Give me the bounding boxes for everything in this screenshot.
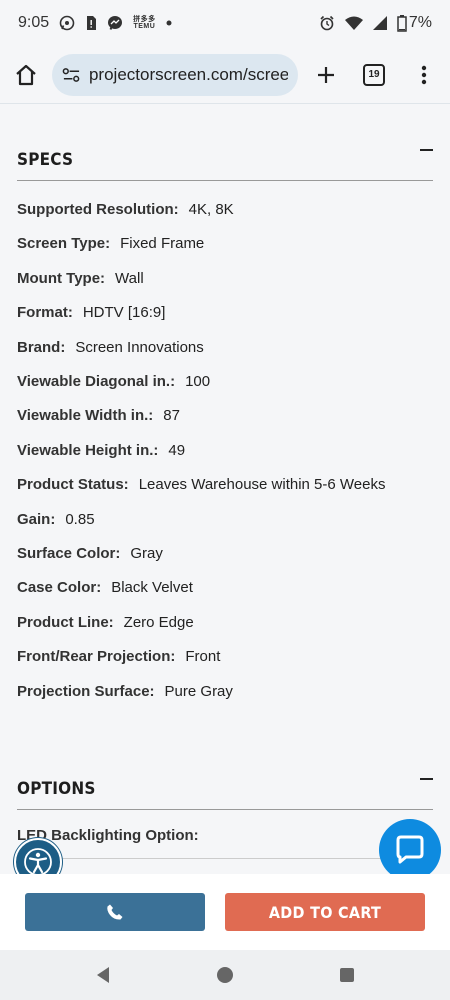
sticky-action-bar: ADD TO CART [0,874,450,950]
status-right: 7% [319,14,432,32]
messenger-icon [107,15,123,31]
spec-label: Supported Resolution: [17,201,179,218]
spec-label: Product Status: [17,476,129,494]
spec-label: Brand: [17,338,66,356]
collapse-options-icon[interactable] [420,778,433,780]
new-tab-button[interactable] [312,61,340,89]
spec-row: Format: HDTV [16:9] [17,304,165,321]
plus-icon [318,66,334,83]
spec-value: Gray [130,545,163,562]
signal-icon [372,16,387,30]
spec-row: Front/Rear Projection: Front [17,648,220,665]
spec-label: Viewable Width in.: [17,407,154,425]
tab-switcher-button[interactable]: 19 [360,61,388,89]
spec-row: Screen Type: Fixed Frame [17,235,204,252]
spec-label: Viewable Height in.: [17,441,159,459]
browser-toolbar: projectorscreen.com/screen 19 [0,46,450,104]
spec-value: Screen Innovations [75,338,204,356]
spec-row: Supported Resolution: 4K, 8K [17,201,234,218]
status-time: 9:05 [18,14,50,31]
wifi-icon [344,16,363,30]
options-heading: OPTIONS [17,779,96,799]
spec-label: Gain: [17,510,56,528]
address-bar[interactable]: projectorscreen.com/screen [52,53,298,96]
spec-value: Fixed Frame [120,235,205,253]
temu-top-text: 拼多多 [133,16,156,23]
spec-value: Front [185,648,221,666]
status-bar: 9:05 拼多多 TEMU 7% [0,0,450,46]
spec-value: Black Velvet [111,579,193,597]
whatsapp-icon [59,15,75,31]
home-button[interactable] [12,61,40,89]
spec-value: HDTV [16:9] [82,304,166,322]
battery-percent: 7% [408,14,432,31]
home-icon [16,64,36,85]
options-divider [17,809,433,810]
notification-dot-icon [166,20,172,26]
spec-label: Surface Color: [17,545,121,562]
battery-icon [397,14,407,32]
add-to-cart-button[interactable]: ADD TO CART [225,893,425,931]
spec-value: Pure Gray [164,682,233,700]
collapse-specs-icon[interactable] [420,149,433,151]
browser-menu-button[interactable] [410,61,438,89]
spec-value: 49 [168,441,186,459]
status-left: 9:05 拼多多 TEMU [18,14,172,32]
alarm-icon [319,15,335,31]
spec-label: Mount Type: [17,269,106,287]
specs-divider [17,180,433,181]
system-nav-bar [0,950,450,1000]
back-icon[interactable] [95,966,111,984]
spec-row: Projection Surface: Pure Gray [17,683,233,700]
spec-row: Viewable Height in.: 49 [17,442,185,459]
spec-label: Screen Type: [17,235,111,253]
spec-value: Leaves Warehouse within 5-6 Weeks [138,476,386,494]
spec-row: Product Status: Leaves Warehouse within 5… [17,476,385,493]
spec-label: Case Color: [17,579,102,597]
spec-row: Surface Color: Gray [17,545,163,562]
spec-value: Zero Edge [123,613,194,631]
spec-label: Viewable Diagonal in.: [17,373,176,390]
option-divider [17,858,433,859]
spec-value: 100 [185,373,211,390]
specs-heading: SPECS [17,150,74,170]
temu-bottom-text: TEMU [133,23,156,30]
spec-value: Wall [115,269,144,287]
spec-value: 0.85 [65,510,95,528]
recents-icon[interactable] [339,967,355,983]
spec-label: Format: [17,304,73,322]
chat-bubble-icon [396,835,424,864]
more-vert-icon [421,65,427,84]
spec-value: 87 [163,407,180,425]
spec-label: Front/Rear Projection: [17,648,176,666]
phone-icon [107,904,123,920]
spec-value: 4K, 8K [188,201,234,218]
home-nav-icon[interactable] [216,966,234,984]
accessibility-icon [24,848,52,876]
spec-row: Gain: 0.85 [17,511,95,528]
spec-label: Product Line: [17,613,114,631]
spec-row: Mount Type: Wall [17,270,144,287]
site-settings-icon [62,67,80,82]
temu-icon: 拼多多 TEMU [133,16,156,30]
call-button[interactable] [25,893,205,931]
spec-row: Product Line: Zero Edge [17,614,194,631]
spec-row: Case Color: Black Velvet [17,579,193,596]
spec-row: Viewable Width in.: 87 [17,407,180,424]
tab-count: 19 [363,63,385,86]
spec-row: Viewable Diagonal in.: 100 [17,373,210,390]
sim-alert-icon [85,15,97,31]
chat-button[interactable] [379,819,441,881]
spec-label: Projection Surface: [17,682,155,700]
url-text: projectorscreen.com/screen [88,64,288,84]
spec-row: Brand: Screen Innovations [17,339,204,356]
